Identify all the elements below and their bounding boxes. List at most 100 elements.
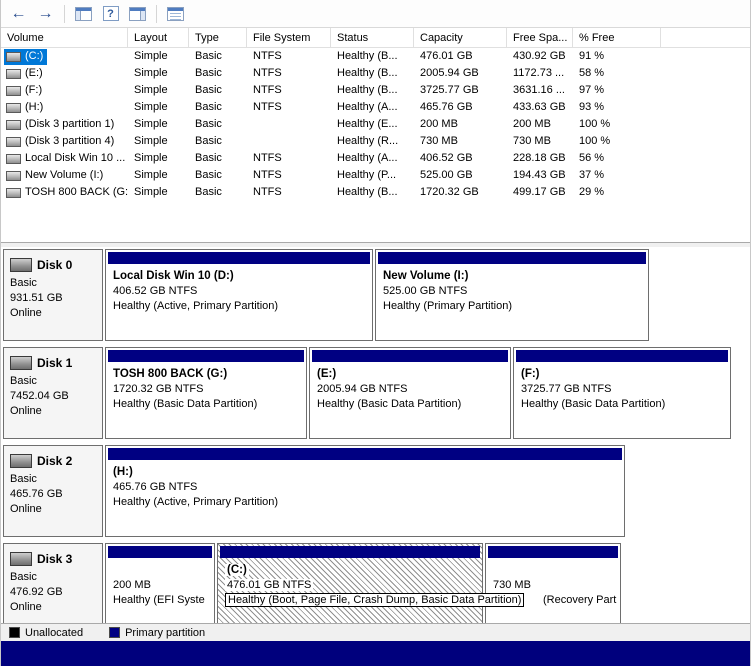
volume-name: Local Disk Win 10 ... — [25, 152, 126, 164]
partition-title: New Volume (I:) — [383, 270, 469, 282]
table-row[interactable]: (E:) Simple Basic NTFS Healthy (B... 2005.94 … — [1, 65, 750, 82]
table-row[interactable]: (F:) Simple Basic NTFS Healthy (B... 3725.77 … — [1, 82, 750, 99]
table-row[interactable]: (Disk 3 partition 1) Simple Basic Healthy (… — [1, 116, 750, 133]
partition[interactable]: (C:) 476.01 GB NTFS Healthy (Boot, Page Fi… — [217, 543, 525, 623]
cell-type: Basic — [195, 50, 222, 62]
back-arrow-icon: ← — [10, 4, 27, 22]
column-header[interactable]: Type — [189, 28, 247, 47]
partition-color-bar — [488, 546, 618, 558]
cell-free: 499.17 GB — [513, 186, 566, 198]
table-row[interactable]: (Disk 3 partition 4) Simple Basic Healthy (… — [1, 133, 750, 150]
cell-type: Basic — [195, 101, 222, 113]
column-header[interactable]: Layout — [128, 28, 189, 47]
disk-info-panel[interactable]: Disk 1 Basic 7452.04 GB Online — [3, 347, 103, 439]
volume-cell: Local Disk Win 10 ... — [1, 150, 128, 167]
cell-type: Basic — [195, 135, 222, 147]
volume-name-wrap: (Disk 3 partition 1) — [4, 117, 118, 133]
disk-info-header: Disk 0 — [10, 258, 100, 272]
partition[interactable]: 200 MB Healthy (EFI Syste — [105, 543, 215, 623]
partition-color-bar — [220, 546, 480, 558]
volume-name: (Disk 3 partition 4) — [25, 135, 115, 147]
cell-type: Basic — [195, 186, 222, 198]
disk-icon — [10, 454, 32, 468]
help-button[interactable]: ? — [98, 2, 123, 26]
cell-fs — [247, 133, 331, 150]
cell-pct: 37 % — [579, 169, 605, 181]
volume-cell: (Disk 3 partition 4) — [1, 133, 128, 150]
cell-layout: Simple — [134, 186, 168, 198]
column-header[interactable]: File System — [247, 28, 331, 47]
column-header[interactable]: Free Spa... — [507, 28, 573, 47]
volume-table-header: Volume Layout Type File System Status Capacit… — [1, 28, 750, 48]
cell-layout: Simple — [134, 84, 168, 96]
disk-name: Disk 0 — [37, 258, 73, 272]
table-row[interactable]: TOSH 800 BACK (G:) Simple Basic NTFS Healthy… — [1, 184, 750, 201]
partition[interactable]: TOSH 800 BACK (G:) 1720.32 GB NTFS Healthy… — [105, 347, 307, 439]
cell-capacity: 200 MB — [420, 118, 458, 130]
action-pane-button[interactable] — [125, 2, 150, 26]
column-header[interactable]: Capacity — [414, 28, 507, 47]
cell-layout: Simple — [134, 50, 168, 62]
volume-cell: (Disk 3 partition 1) — [1, 116, 128, 133]
partition-title: Local Disk Win 10 (D:) — [113, 270, 234, 282]
table-row[interactable]: (C:) Simple Basic NTFS Healthy (B... 476.01 G… — [1, 48, 750, 65]
cell-layout: Simple — [134, 67, 168, 79]
volume-table-body: (C:) Simple Basic NTFS Healthy (B... 476.01 G… — [1, 48, 750, 201]
partition-strip: 200 MB Healthy (EFI Syste (C:) 476.01 GB NT… — [105, 543, 750, 623]
partition[interactable]: Local Disk Win 10 (D:) 406.52 GB NTFS Heal… — [105, 249, 373, 341]
disk-info-panel[interactable]: Disk 2 Basic 465.76 GB Online — [3, 445, 103, 537]
column-header[interactable]: Status — [331, 28, 414, 47]
table-row[interactable]: (H:) Simple Basic NTFS Healthy (A... 465.76 G… — [1, 99, 750, 116]
partition-status: Healthy (Boot, Page File, Crash Dump, Ba… — [225, 593, 525, 608]
cell-pct: 100 % — [579, 118, 611, 130]
cell-capacity: 525.00 GB — [420, 169, 473, 181]
partition-title: TOSH 800 BACK (G:) — [113, 368, 228, 380]
partition-size: 200 MB — [113, 579, 151, 591]
console-tree-icon — [75, 6, 92, 21]
cell-pct: 91 % — [579, 50, 605, 62]
console-tree-button[interactable] — [71, 2, 96, 26]
cell-layout: Simple — [134, 152, 168, 164]
column-header[interactable]: Volume — [1, 28, 128, 47]
cell-pct: 29 % — [579, 186, 605, 198]
table-row[interactable]: New Volume (I:) Simple Basic NTFS Healthy (P… — [1, 167, 750, 184]
legend-item: Primary partition — [109, 627, 205, 639]
disk-status: Online — [10, 405, 42, 417]
drive-icon — [6, 51, 21, 62]
column-header[interactable]: % Free — [573, 28, 661, 47]
drive-icon — [6, 102, 21, 113]
partition-title — [113, 563, 214, 578]
partition-status: Healthy (Active, Primary Partition) — [113, 496, 279, 508]
partition[interactable]: (F:) 3725.77 GB NTFS Healthy (Basic Data P… — [513, 347, 731, 439]
cell-capacity: 406.52 GB — [420, 152, 473, 164]
disk-info-panel[interactable]: Disk 3 Basic 476.92 GB Online — [3, 543, 103, 623]
table-row[interactable]: Local Disk Win 10 ... Simple Basic NTFS Heal… — [1, 150, 750, 167]
back-button[interactable]: ← — [6, 2, 31, 26]
partition[interactable]: New Volume (I:) 525.00 GB NTFS Healthy (Pr… — [375, 249, 649, 341]
cell-fs: NTFS — [253, 84, 282, 96]
disk-size: 476.92 GB — [10, 586, 63, 598]
forward-button[interactable]: → — [33, 2, 58, 26]
disk-size: 465.76 GB — [10, 488, 63, 500]
cell-status: Healthy (A... — [337, 152, 398, 164]
disk-type: Basic — [10, 473, 37, 485]
disk-row: Disk 1 Basic 7452.04 GB Online TOSH 800 BACK… — [3, 347, 750, 439]
partition-status: Healthy (EFI Syste — [113, 594, 205, 606]
properties-button[interactable] — [163, 2, 188, 26]
cell-type: Basic — [195, 152, 222, 164]
cell-capacity: 465.76 GB — [420, 101, 473, 113]
disk-management-window: ← → ? Volume Layout Type File System Status C… — [0, 0, 751, 666]
volume-name-wrap: (Disk 3 partition 4) — [4, 134, 118, 150]
disk-info-panel[interactable]: Disk 0 Basic 931.51 GB Online — [3, 249, 103, 341]
toolbar-separator — [64, 4, 65, 23]
cell-free: 433.63 GB — [513, 101, 566, 113]
legend-label: Primary partition — [125, 626, 206, 639]
volume-name: (C:) — [25, 50, 44, 62]
disk-info-header: Disk 3 — [10, 552, 100, 566]
partition[interactable]: 730 MB (Recovery Part — [485, 543, 621, 623]
cell-free: 3631.16 ... — [513, 84, 565, 96]
partition[interactable]: (E:) 2005.94 GB NTFS Healthy (Basic Data P… — [309, 347, 511, 439]
partition[interactable]: (H:) 465.76 GB NTFS Healthy (Active, Prima… — [105, 445, 625, 537]
partition-size: 406.52 GB NTFS — [113, 285, 198, 297]
cell-free: 200 MB — [513, 118, 551, 130]
